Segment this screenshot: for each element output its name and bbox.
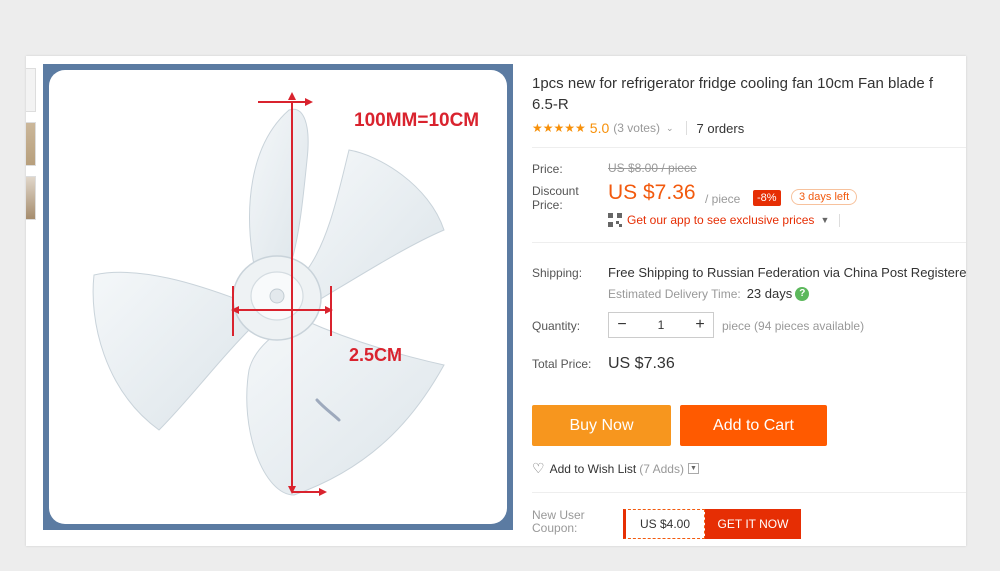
get-coupon-button[interactable]: GET IT NOW bbox=[705, 509, 801, 539]
heart-icon[interactable]: ♡ bbox=[532, 460, 545, 477]
wishlist-label[interactable]: Add to Wish List bbox=[550, 462, 637, 476]
discount-percent-badge: -8% bbox=[753, 190, 781, 206]
orders-count: 7 orders bbox=[696, 120, 745, 136]
free-shipping-text: Free Shipping to bbox=[608, 265, 704, 280]
shipping-destination[interactable]: Russian Federation via China Post Regist… bbox=[707, 265, 966, 280]
hub-label: 2.5CM bbox=[349, 345, 403, 365]
star-rating-icon: ★★★★★ bbox=[532, 121, 586, 135]
wishlist-count: (7 Adds) bbox=[639, 461, 684, 476]
coupon-amount: US $4.00 bbox=[623, 509, 705, 539]
total-price-value: US $7.36 bbox=[608, 355, 675, 372]
coupon-label: New User Coupon: bbox=[532, 509, 585, 535]
qr-code-icon bbox=[608, 213, 622, 227]
quantity-input[interactable]: 1 bbox=[635, 318, 687, 332]
diameter-label: 100MM=10CM bbox=[354, 110, 480, 131]
product-info-panel: 1pcs new for refrigerator fridge cooling… bbox=[532, 56, 966, 546]
fan-blade-illustration bbox=[92, 92, 445, 496]
coupon-label-line1: New User bbox=[532, 508, 585, 522]
add-to-cart-button[interactable]: Add to Cart bbox=[680, 405, 827, 446]
rating-value: 5.0 bbox=[589, 120, 610, 136]
divider bbox=[532, 147, 966, 148]
caret-down-icon[interactable]: ▼ bbox=[820, 215, 829, 225]
discount-label: Discount Price: bbox=[532, 184, 579, 212]
per-piece-label: / piece bbox=[705, 192, 741, 206]
coupon-label-line2: Coupon: bbox=[532, 521, 578, 535]
total-price-label: Total Price: bbox=[532, 357, 592, 371]
product-page: 100MM=10CM 2.5CM 1pcs new for refrigerat… bbox=[26, 56, 966, 546]
discount-label-line1: Discount bbox=[532, 184, 579, 198]
shipping-label: Shipping: bbox=[532, 266, 583, 280]
original-price: US $8.00 / piece bbox=[608, 161, 697, 175]
quantity-stepper: − 1 + bbox=[608, 312, 714, 338]
decrease-quantity-button[interactable]: − bbox=[609, 313, 635, 337]
thumbnail-2[interactable] bbox=[26, 122, 36, 166]
discount-price: US $7.36 bbox=[608, 181, 696, 204]
new-user-coupon: US $4.00 GET IT NOW bbox=[623, 509, 801, 539]
estimate-label: Estimated Delivery Time: bbox=[608, 286, 741, 301]
thumbnail-strip bbox=[26, 68, 36, 230]
product-title-line2: 6.5-R bbox=[532, 96, 569, 113]
delivery-estimate: Estimated Delivery Time: 23 days ? bbox=[608, 286, 810, 301]
discount-label-line2: Price: bbox=[532, 198, 563, 212]
days-left-badge: 3 days left bbox=[791, 189, 858, 205]
rating-votes[interactable]: (3 votes) bbox=[613, 121, 660, 135]
app-promo[interactable]: Get our app to see exclusive prices ▼ bbox=[608, 213, 841, 227]
buy-now-button[interactable]: Buy Now bbox=[532, 405, 671, 446]
help-icon[interactable]: ? bbox=[795, 286, 810, 301]
quantity-label: Quantity: bbox=[532, 319, 581, 333]
estimate-days: 23 days bbox=[746, 286, 793, 301]
divider bbox=[685, 121, 687, 135]
divider bbox=[532, 242, 966, 243]
product-title: 1pcs new for refrigerator fridge cooling… bbox=[532, 73, 966, 115]
rating-row: ★★★★★ 5.0 (3 votes) ⌄ 7 orders bbox=[532, 120, 744, 136]
divider bbox=[839, 213, 841, 227]
chevron-down-icon[interactable]: ⌄ bbox=[666, 123, 674, 134]
app-promo-text[interactable]: Get our app to see exclusive prices bbox=[627, 213, 814, 227]
quantity-availability: piece (94 pieces available) bbox=[722, 319, 865, 333]
thumbnail-1[interactable] bbox=[26, 68, 36, 112]
divider bbox=[532, 492, 966, 493]
product-image-canvas: 100MM=10CM 2.5CM bbox=[49, 70, 507, 524]
shipping-info[interactable]: Free Shipping to Russian Federation via … bbox=[608, 265, 966, 280]
product-main-image[interactable]: 100MM=10CM 2.5CM bbox=[43, 64, 513, 530]
price-label: Price: bbox=[532, 162, 563, 176]
chevron-down-icon[interactable]: ▼ bbox=[687, 463, 699, 474]
increase-quantity-button[interactable]: + bbox=[687, 313, 713, 337]
product-title-line1: 1pcs new for refrigerator fridge cooling… bbox=[532, 75, 934, 92]
add-to-wishlist[interactable]: ♡ Add to Wish List (7 Adds) ▼ bbox=[532, 460, 699, 477]
thumbnail-3[interactable] bbox=[26, 176, 36, 220]
